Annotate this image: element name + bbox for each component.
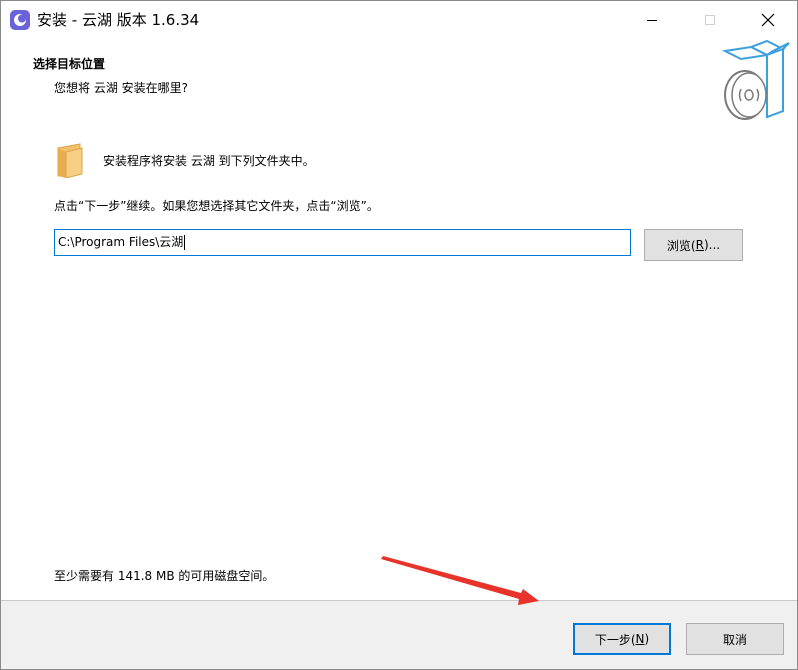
installer-window: 安装 - 云湖 版本 1.6.34 选择目标位置 您想将 云湖 安装在哪里? 安… [0, 0, 798, 670]
disk-space-requirement: 至少需要有 141.8 MB 的可用磁盘空间。 [54, 569, 275, 583]
cancel-button[interactable]: 取消 [686, 623, 784, 655]
folder-icon [57, 143, 83, 178]
minimize-button[interactable] [623, 1, 681, 39]
page-title: 选择目标位置 [33, 57, 106, 71]
maximize-icon [705, 15, 715, 25]
title-bar[interactable]: 安装 - 云湖 版本 1.6.34 [1, 1, 797, 39]
cancel-button-label: 取消 [722, 632, 747, 647]
install-description: 安装程序将安装 云湖 到下列文件夹中。 [103, 154, 315, 168]
install-path-value: C:\Program Files\云湖 [58, 235, 184, 249]
install-path-input[interactable]: C:\Program Files\云湖 [54, 229, 631, 256]
text-caret [184, 235, 186, 250]
page-subtitle: 您想将 云湖 安装在哪里? [54, 81, 188, 95]
close-button[interactable] [739, 1, 797, 39]
instruction-text: 点击“下一步”继续。如果您想选择其它文件夹，点击“浏览”。 [54, 199, 379, 213]
window-title: 安装 - 云湖 版本 1.6.34 [37, 11, 200, 29]
next-button-label: 下一步( [594, 632, 636, 647]
next-button[interactable]: 下一步(N) [573, 623, 671, 655]
browse-button[interactable]: 浏览(R)... [644, 229, 743, 261]
browse-button-label: 浏览( [666, 238, 696, 253]
browse-button-mnemonic: R [695, 238, 704, 252]
close-icon [761, 13, 775, 27]
next-button-suffix: ) [644, 632, 650, 646]
wizard-footer: 下一步(N) 取消 [1, 600, 797, 669]
installer-box-disc-icon [721, 39, 790, 120]
app-logo-icon [10, 10, 30, 30]
wizard-header: 选择目标位置 您想将 云湖 安装在哪里? [1, 39, 797, 129]
next-button-mnemonic: N [635, 632, 645, 646]
browse-button-suffix: )... [703, 238, 721, 252]
minimize-icon [647, 20, 657, 21]
maximize-button[interactable] [681, 1, 739, 39]
wizard-content: 安装程序将安装 云湖 到下列文件夹中。 点击“下一步”继续。如果您想选择其它文件… [1, 129, 797, 599]
